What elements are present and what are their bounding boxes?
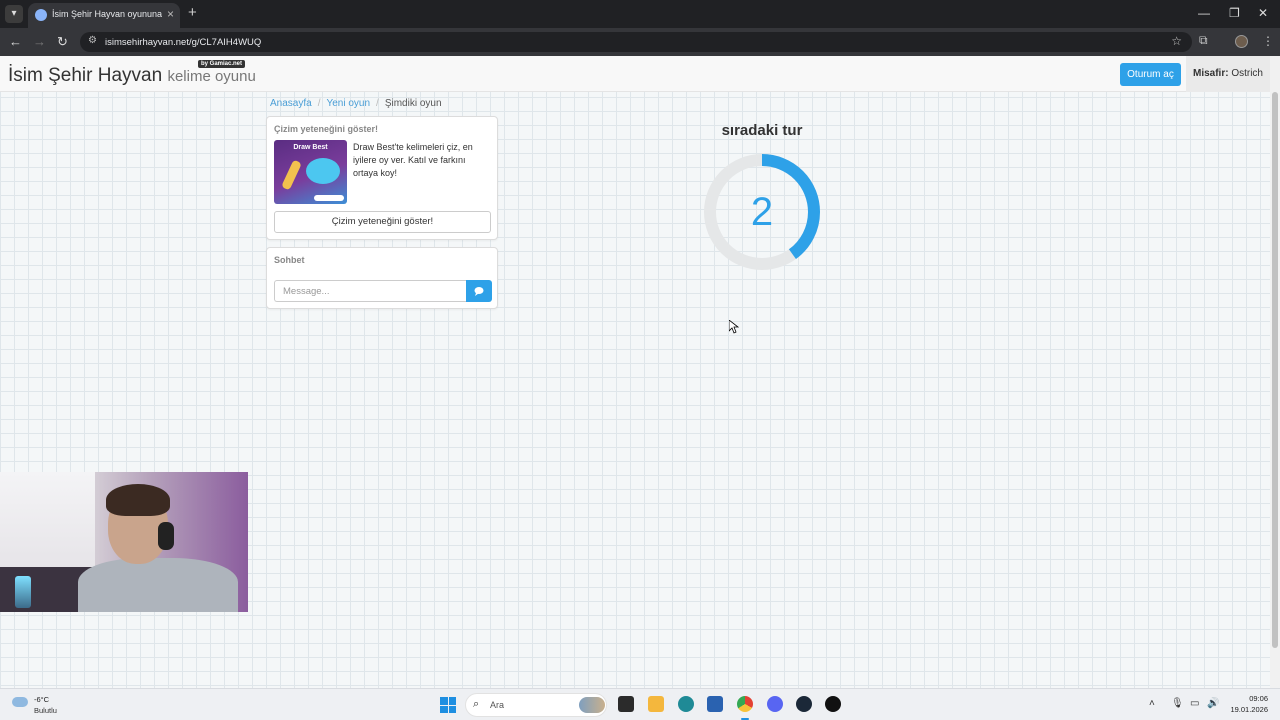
terminal-icon[interactable] [618,696,634,712]
microphone-icon[interactable]: 🎙 [1171,698,1184,709]
countdown-value: 2 [750,190,774,234]
tab-title: İsim Şehir Hayvan oyununa katıl [52,9,162,19]
promo-logo [314,195,344,201]
draw-best-button[interactable]: Çizim yeteneğini göster! [274,211,491,233]
breadcrumb-home[interactable]: Anasayfa [270,98,312,109]
window-close-icon[interactable]: ✕ [1258,6,1268,20]
webcam-overlay [0,472,248,612]
breadcrumb-new-game[interactable]: Yeni oyun [326,98,370,109]
breadcrumb-separator: / [376,98,379,109]
tab-close-icon[interactable]: × [167,7,174,21]
app-icon[interactable] [825,696,841,712]
chat-bubble-icon [474,287,484,296]
cloud-art [306,158,340,184]
profile-avatar[interactable] [1235,35,1248,48]
promo-text: Draw Best'te kelimeleri çiz, en iyilere … [353,142,473,178]
brand-subtitle[interactable]: kelime oyunu [167,68,255,85]
edge-icon[interactable] [678,696,694,712]
tray-overflow-icon[interactable]: ˄ [1149,698,1155,709]
next-round-title: sıradaki tur [721,122,803,139]
page-scrollbar[interactable] [1270,56,1280,688]
windows-start-icon[interactable] [440,697,456,713]
search-highlight-image [579,697,605,713]
network-icon[interactable]: ▭ [1190,698,1199,709]
webcam-person-hair [106,484,170,516]
bookmark-star-icon[interactable]: ☆ [1171,34,1182,48]
minimize-icon[interactable]: — [1198,6,1210,20]
pencil-rocket-art [281,159,302,191]
promo-title: Çizim yeteneğini göster! [274,124,379,134]
scrollbar-thumb[interactable] [1272,92,1278,648]
back-icon[interactable]: ← [9,34,22,49]
taskbar-search[interactable]: ⌕ Ara [465,693,607,717]
extensions-icon[interactable]: ⧉ [1199,33,1208,48]
promo-image-title: Draw Best [293,144,328,151]
site-info-icon[interactable]: ⚙ [88,35,97,46]
clock-date[interactable]: 19.01.2026 [1218,705,1268,714]
chrome-icon[interactable] [737,696,753,712]
guest-name: Ostrich [1231,68,1263,79]
weather-temperature[interactable]: -6°C [34,695,49,704]
chat-send-button[interactable] [466,280,492,302]
globe-icon [35,9,47,21]
discord-icon[interactable] [767,696,783,712]
forward-icon[interactable]: → [33,34,46,49]
chat-title: Sohbet [274,255,305,265]
guest-user[interactable]: Misafir: Ostrich [1186,56,1270,92]
chat-message-input[interactable] [274,280,466,302]
restore-icon[interactable]: ❐ [1229,6,1240,20]
webcam-rgb-light [15,576,31,608]
login-button[interactable]: Oturum aç [1120,63,1181,86]
breadcrumb: Anasayfa / Yeni oyun / Şimdiki oyun [270,98,442,109]
brand-badge: by Gamiac.net [198,60,246,68]
url-text[interactable]: isimsehirhayvan.net/g/CL7AIH4WUQ [105,37,261,48]
breadcrumb-current: Şimdiki oyun [384,98,442,109]
weather-description[interactable]: Bulutlu [34,706,57,715]
file-explorer-icon[interactable] [648,696,664,712]
reload-icon[interactable]: ↻ [57,34,68,50]
brand-title[interactable]: İsim Şehir Hayvan [8,65,162,86]
draw-best-image[interactable]: Draw Best [274,140,347,204]
chat-panel: Sohbet [266,247,498,309]
mouse-cursor-icon [729,320,739,334]
url-omnibox[interactable]: ⚙ isimsehirhayvan.net/g/CL7AIH4WUQ ☆ [80,32,1192,52]
breadcrumb-separator: / [317,98,321,109]
clock-time[interactable]: 09:06 [1228,694,1268,703]
windows-taskbar: -6°C Bulutlu ⌕ Ara ˄ 🎙 ▭ 🔊 09:06 19.01.2… [0,688,1280,720]
headset-icon [158,522,174,550]
promo-panel: Çizim yeteneğini göster! Draw Best Draw … [266,116,498,240]
browser-tab[interactable]: İsim Şehir Hayvan oyununa katıl × [28,3,180,28]
webcam-person-body [78,558,238,612]
tab-search-menu-icon[interactable]: ▾ [5,5,23,23]
search-icon: ⌕ [473,698,480,710]
page-viewport: İsim Şehir Hayvan kelime oyunu by Gamiac… [0,56,1280,688]
taskbar-search-label: Ara [490,700,505,710]
guest-label: Misafir: [1192,68,1229,79]
site-navbar: İsim Şehir Hayvan kelime oyunu by Gamiac… [0,56,1270,92]
browser-tab-bar: ▾ İsim Şehir Hayvan oyununa katıl × + — … [0,0,1280,28]
site-brand[interactable]: İsim Şehir Hayvan kelime oyunu [8,65,256,87]
store-icon[interactable] [707,696,723,712]
new-tab-icon[interactable]: + [188,4,197,21]
cloud-weather-icon[interactable] [12,697,28,707]
address-bar: ← → ↻ ⚙ isimsehirhayvan.net/g/CL7AIH4WUQ… [0,28,1280,56]
browser-menu-icon[interactable]: ⋮ [1262,34,1274,48]
steam-icon[interactable] [796,696,812,712]
